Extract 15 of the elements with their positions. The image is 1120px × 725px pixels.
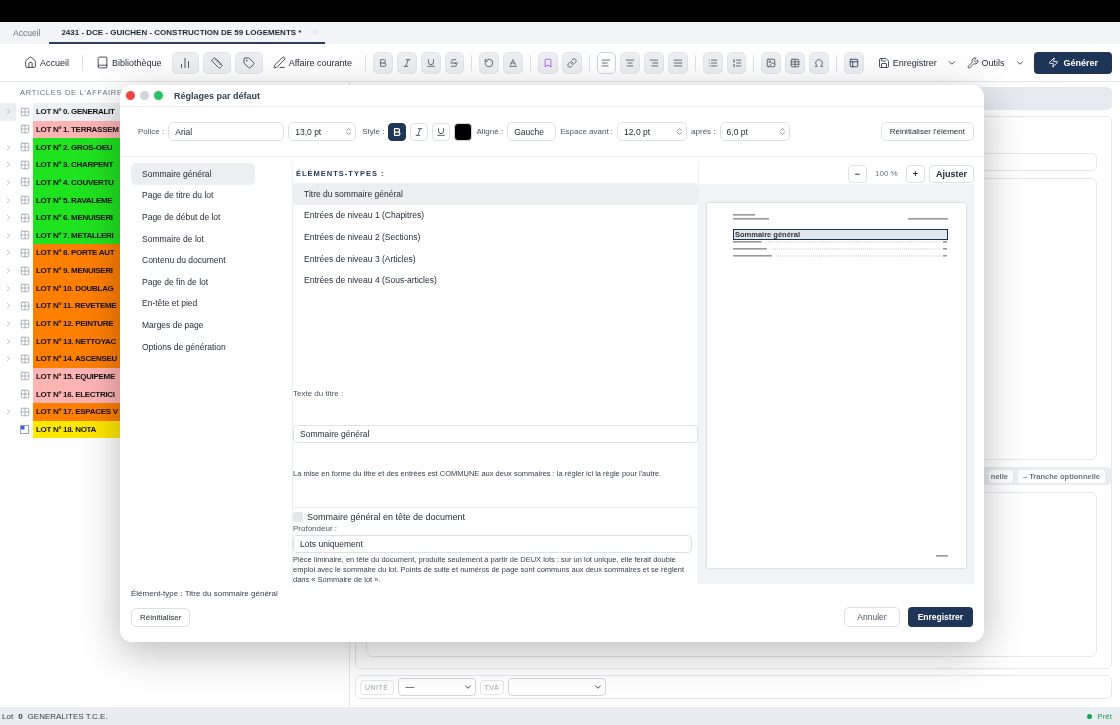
status-text: Prêt	[1097, 711, 1112, 721]
space-before-label: Espace avant :	[560, 127, 614, 136]
field-label: Texte du titre :	[293, 389, 345, 398]
style-label: Style :	[362, 127, 385, 136]
checkbox-label: Sommaire général en tête de document	[307, 512, 466, 522]
lot-name: GENERALITES T.C.E.	[27, 711, 108, 721]
element-type-text: Élément-type : Titre du sommaire général	[131, 589, 279, 598]
field-label: Profondeur :	[293, 524, 339, 533]
dialog-title: Réglages par défaut	[174, 90, 261, 101]
align-label: Aligné :	[476, 127, 504, 136]
zoom-level: 100 %	[874, 169, 899, 178]
space-after-label: après :	[691, 127, 716, 136]
lot-number: 0	[18, 711, 23, 721]
font-label: Police :	[138, 127, 165, 136]
lot-label: Lot	[2, 711, 14, 721]
